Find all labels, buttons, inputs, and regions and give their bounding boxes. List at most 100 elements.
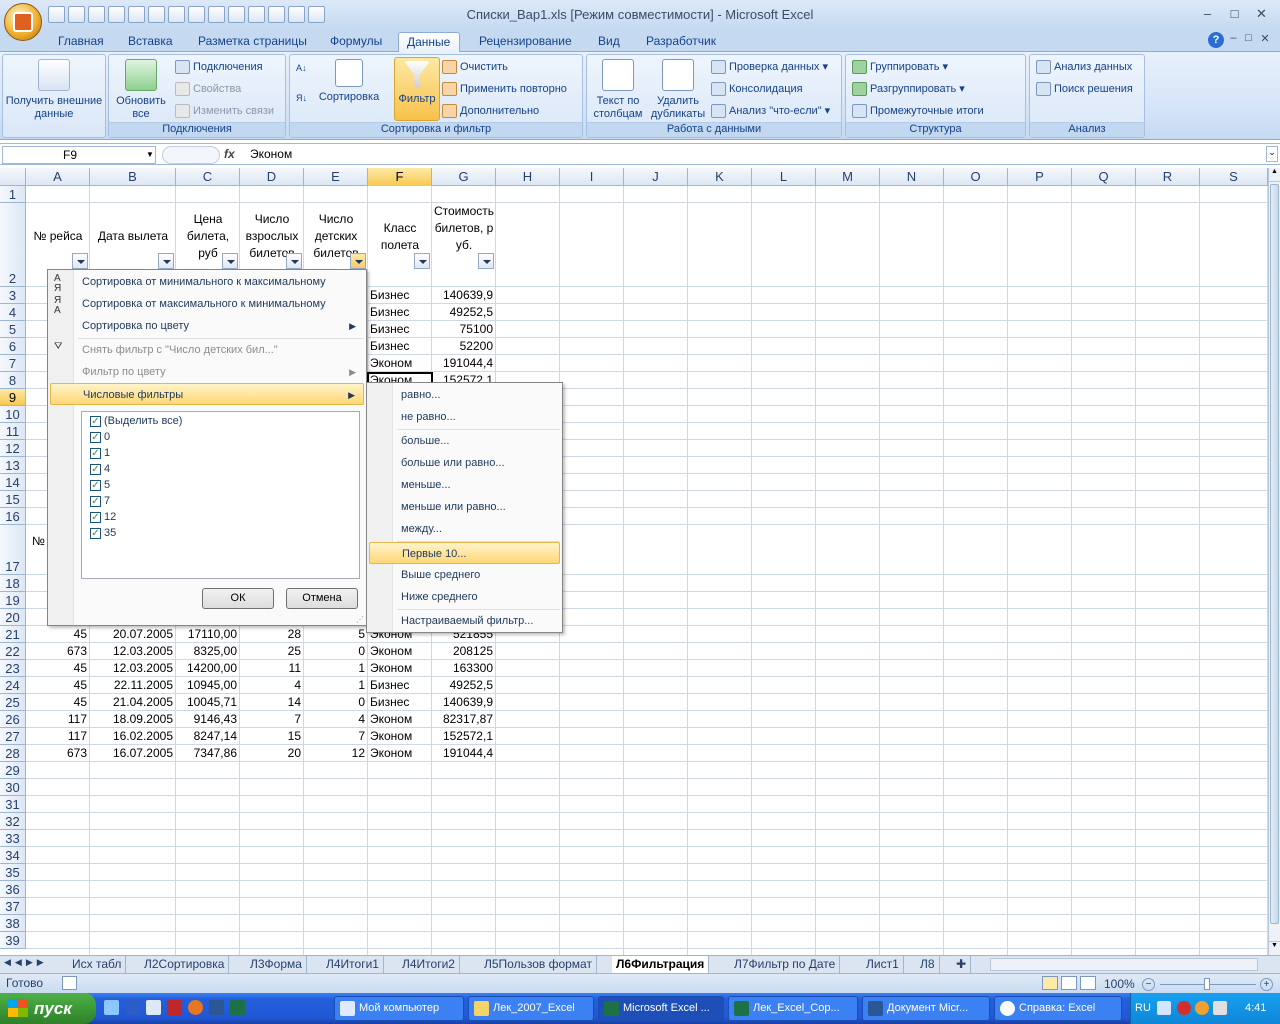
checkbox-checked-icon[interactable]: ✓: [90, 416, 101, 427]
excel-icon[interactable]: [230, 1000, 245, 1015]
row-header[interactable]: 8: [0, 372, 26, 389]
cell-d[interactable]: 25: [240, 643, 303, 659]
column-header[interactable]: A: [26, 168, 90, 186]
checklist-item[interactable]: ✓ 5: [90, 477, 110, 493]
cell-b[interactable]: 12.03.2005: [90, 660, 175, 676]
submenu-item[interactable]: между...: [369, 518, 560, 540]
cell-e[interactable]: 1: [304, 677, 367, 693]
cell-tickets-cost[interactable]: 140639,9: [432, 287, 495, 303]
cell-tickets-cost[interactable]: 52200: [432, 338, 495, 354]
help-icon[interactable]: ?: [1208, 32, 1224, 48]
filter-dropdown-button[interactable]: [158, 253, 174, 269]
row-header[interactable]: 39: [0, 932, 26, 949]
cell-c[interactable]: 14200,00: [176, 660, 239, 676]
cell-g[interactable]: 140639,9: [432, 694, 495, 710]
expand-formula-icon[interactable]: ⌄: [1266, 146, 1278, 162]
cell-d[interactable]: 7: [240, 711, 303, 727]
cell-flight-class[interactable]: Бизнес: [370, 304, 432, 320]
column-header[interactable]: O: [944, 168, 1008, 186]
vertical-scrollbar[interactable]: ▲ ▼: [1268, 168, 1280, 955]
filter-applied-button[interactable]: [414, 253, 430, 269]
checklist-item[interactable]: ✓ (Выделить все): [90, 413, 182, 429]
maximize-button[interactable]: □: [1222, 4, 1247, 23]
cell-a[interactable]: 117: [26, 711, 89, 727]
sheet-tab[interactable]: Л7Фильтр по Дате: [730, 956, 841, 973]
cell-c[interactable]: 10045,71: [176, 694, 239, 710]
cancel-button[interactable]: Отмена: [286, 588, 358, 609]
ok-button[interactable]: ОК: [202, 588, 274, 609]
quick-launch-icon[interactable]: [146, 1000, 161, 1015]
tray-app-icon[interactable]: [1195, 1001, 1209, 1015]
data-validation-button[interactable]: Проверка данных ▾: [709, 57, 828, 77]
submenu-item[interactable]: меньше...: [369, 474, 560, 496]
checklist-item[interactable]: ✓ 1: [90, 445, 110, 461]
sheet-tab[interactable]: Л8: [916, 956, 940, 973]
data-analysis-button[interactable]: Анализ данных: [1034, 57, 1132, 77]
submenu-item[interactable]: больше...: [369, 430, 560, 452]
submenu-item[interactable]: не равно...: [369, 406, 560, 428]
tab-home[interactable]: Главная: [50, 32, 112, 52]
minimize-button[interactable]: –: [1195, 4, 1220, 23]
cell-flight-class[interactable]: Бизнес: [370, 321, 432, 337]
column-header[interactable]: J: [624, 168, 688, 186]
subtotal-button[interactable]: Промежуточные итоги: [850, 101, 984, 121]
group-button[interactable]: Группировать ▾: [850, 57, 948, 77]
cell-b[interactable]: 12.03.2005: [90, 643, 175, 659]
horizontal-scrollbar[interactable]: [990, 958, 1258, 971]
doc-close-button[interactable]: ✕: [1260, 32, 1269, 48]
checkbox-checked-icon[interactable]: ✓: [90, 448, 101, 459]
advanced-button[interactable]: Дополнительно: [440, 101, 539, 121]
word-icon[interactable]: [209, 1000, 224, 1015]
cell-f[interactable]: Эконом: [370, 711, 433, 727]
menu-sort-descending[interactable]: Я А Сортировка от максимального к минималь…: [50, 293, 364, 316]
checklist-item[interactable]: ✓ 0: [90, 429, 110, 445]
row-header[interactable]: 11: [0, 423, 26, 440]
column-header[interactable]: H: [496, 168, 560, 186]
doc-minimize-button[interactable]: –: [1230, 32, 1236, 48]
cell-a[interactable]: 673: [26, 745, 89, 761]
sheet-tab[interactable]: Лист1: [862, 956, 904, 973]
what-if-button[interactable]: Анализ "что-если" ▾: [709, 101, 830, 121]
taskbar-item[interactable]: Мой компьютер: [334, 996, 464, 1021]
scroll-down-icon[interactable]: ▼: [1269, 941, 1280, 955]
cell-c[interactable]: 8325,00: [176, 643, 239, 659]
filter-dropdown-button[interactable]: [72, 253, 88, 269]
zoom-level[interactable]: 100%: [1104, 977, 1135, 991]
cell-e[interactable]: 0: [304, 643, 367, 659]
select-all-corner[interactable]: [0, 168, 26, 186]
taskbar-item[interactable]: Документ Micr...: [862, 996, 990, 1021]
sort-button[interactable]: Сортировка: [316, 59, 382, 104]
menu-sort-ascending[interactable]: А Я Сортировка от минимального к максималь…: [50, 271, 364, 294]
row-header[interactable]: 5: [0, 321, 26, 338]
column-header[interactable]: M: [816, 168, 880, 186]
zoom-slider-thumb[interactable]: [1204, 978, 1210, 990]
checkbox-checked-icon[interactable]: ✓: [90, 528, 101, 539]
ungroup-button[interactable]: Разгруппировать ▾: [850, 79, 965, 99]
cell-e[interactable]: 0: [304, 694, 367, 710]
row-header[interactable]: 20: [0, 609, 26, 626]
tab-page-layout[interactable]: Разметка страницы: [190, 32, 315, 52]
row-header[interactable]: 37: [0, 898, 26, 915]
cell-a[interactable]: 673: [26, 643, 89, 659]
cell-g[interactable]: 82317,87: [432, 711, 495, 727]
cell-b[interactable]: 18.09.2005: [90, 711, 175, 727]
zoom-in-icon[interactable]: +: [1260, 978, 1273, 991]
row-header[interactable]: 32: [0, 813, 26, 830]
page-break-view-icon[interactable]: [1080, 976, 1096, 990]
cell-d[interactable]: 14: [240, 694, 303, 710]
filter-dropdown-button[interactable]: [222, 253, 238, 269]
cell-g[interactable]: 191044,4: [432, 745, 495, 761]
cell-f[interactable]: Эконом: [370, 745, 433, 761]
cell-c[interactable]: 9146,43: [176, 711, 239, 727]
cell-a[interactable]: 45: [26, 626, 89, 642]
filter-button[interactable]: Фильтр: [394, 57, 440, 121]
sheet-tab[interactable]: Л4Итоги1: [322, 956, 384, 973]
row-header[interactable]: 26: [0, 711, 26, 728]
cell-c[interactable]: 10945,00: [176, 677, 239, 693]
row-header[interactable]: 3: [0, 287, 26, 304]
taskbar-item[interactable]: Справка: Excel: [994, 996, 1122, 1021]
formula-input[interactable]: Эконом: [250, 147, 292, 161]
cell-tickets-cost[interactable]: 191044,4: [432, 355, 495, 371]
tab-data[interactable]: Данные: [398, 32, 460, 52]
zoom-out-icon[interactable]: −: [1142, 978, 1155, 991]
